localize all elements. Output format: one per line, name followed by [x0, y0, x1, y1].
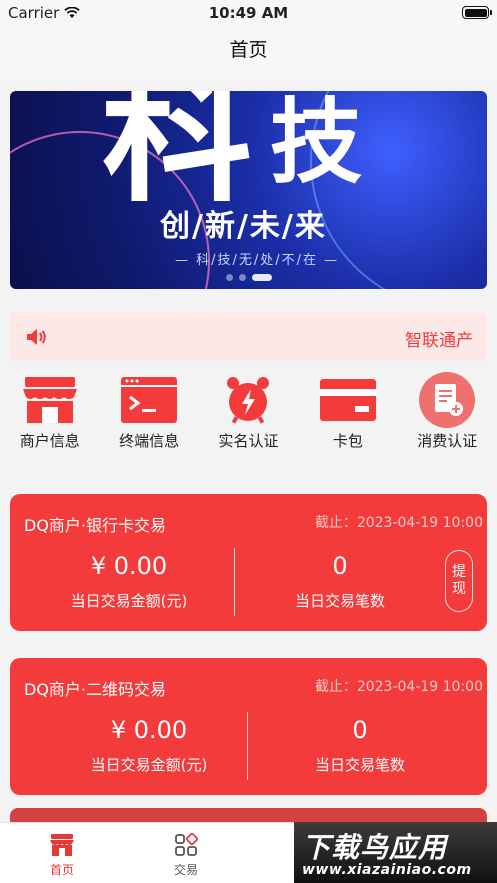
watermark-url: www.xiazainiao.com: [302, 862, 472, 878]
action-label: 卡包: [332, 432, 363, 450]
status-time: 10:49 AM: [208, 4, 289, 22]
card-date: 截止：2023-04-19 10:00: [314, 679, 483, 695]
alarm-clock-icon: [227, 377, 270, 424]
count-label: 当日交易笔数: [314, 756, 405, 774]
carousel-dot[interactable]: [238, 274, 246, 281]
carousel-dot[interactable]: [225, 274, 233, 281]
action-label: 实名认证: [218, 432, 279, 450]
banner-big-char-2: 技: [270, 91, 363, 196]
watermark-title: 下载鸟应用: [302, 831, 448, 864]
amount-section: ¥ 0.00 当日交易金额(元): [34, 552, 224, 611]
action-label: 终端信息: [119, 432, 180, 450]
amount-label: 当日交易金额(元): [70, 592, 188, 610]
card-title: DQ商户·银行卡交易: [24, 516, 167, 535]
banner-big-char-1: 科: [102, 91, 252, 223]
action-consumption-auth[interactable]: 消费认证: [398, 372, 497, 462]
count-section: 0 当日交易笔数: [260, 552, 420, 611]
grid-icon: [175, 833, 198, 856]
count-value: 0: [332, 552, 348, 580]
document-add-icon: [419, 372, 476, 428]
withdraw-button[interactable]: 提现: [445, 550, 473, 612]
action-real-name-auth[interactable]: 实名认证: [199, 372, 298, 462]
banner-carousel[interactable]: 科 技 创/新/未/来 — 科/技/无/处/不/在 —: [10, 91, 487, 289]
count-value: 0: [352, 716, 368, 744]
tab-label: 首页: [49, 863, 74, 877]
count-section: 0 当日交易笔数: [280, 716, 440, 775]
tab-trade[interactable]: 交易: [124, 823, 248, 883]
card-title: DQ商户·二维码交易: [24, 680, 167, 699]
home-store-icon: [50, 834, 74, 856]
page-title: 首页: [229, 39, 268, 61]
tab-label: 交易: [173, 863, 198, 877]
speaker-icon: [27, 329, 46, 345]
tab-home[interactable]: 首页: [0, 823, 124, 883]
notice-bar[interactable]: 智联通产: [10, 313, 487, 361]
count-label: 当日交易笔数: [294, 592, 385, 610]
qr-code-transactions[interactable]: DQ商户·二维码交易 截止：2023-04-19 10:00 ¥ 0.00 当日…: [10, 658, 487, 795]
carousel-dot-active[interactable]: [251, 274, 272, 281]
terminal-icon: [121, 377, 178, 423]
divider: [234, 548, 235, 616]
card-icon: [319, 379, 376, 421]
amount-value: ¥ 0.00: [110, 716, 188, 744]
status-bar: Carrier 10:49 AM: [0, 0, 497, 28]
bank-card-transactions[interactable]: DQ商户·银行卡交易 截止：2023-04-19 10:00 ¥ 0.00 当日…: [10, 494, 487, 631]
card-date: 截止：2023-04-19 10:00: [314, 515, 483, 531]
action-merchant-info[interactable]: 商户信息: [0, 372, 99, 462]
notice-text: 智联通产: [405, 331, 473, 351]
carousel-indicator: [10, 274, 487, 281]
battery-icon: [462, 6, 492, 19]
action-card-wallet[interactable]: 卡包: [298, 372, 397, 462]
action-label: 消费认证: [417, 432, 478, 450]
amount-value: ¥ 0.00: [90, 552, 168, 580]
store-icon: [22, 377, 77, 423]
banner-headline: 创/新/未/来: [160, 209, 327, 244]
divider: [247, 712, 248, 780]
quick-actions: 商户信息 终端信息 实名认证 卡包 消费认证: [0, 372, 497, 462]
banner-tagline: — 科/技/无/处/不/在 —: [175, 253, 340, 268]
amount-section: ¥ 0.00 当日交易金额(元): [54, 716, 244, 775]
action-terminal-info[interactable]: 终端信息: [99, 372, 198, 462]
watermark-overlay: 下载鸟应用 www.xiazainiao.com: [294, 822, 497, 883]
action-label: 商户信息: [19, 432, 80, 450]
navigation-bar: 首页: [0, 28, 497, 80]
amount-label: 当日交易金额(元): [90, 756, 208, 774]
